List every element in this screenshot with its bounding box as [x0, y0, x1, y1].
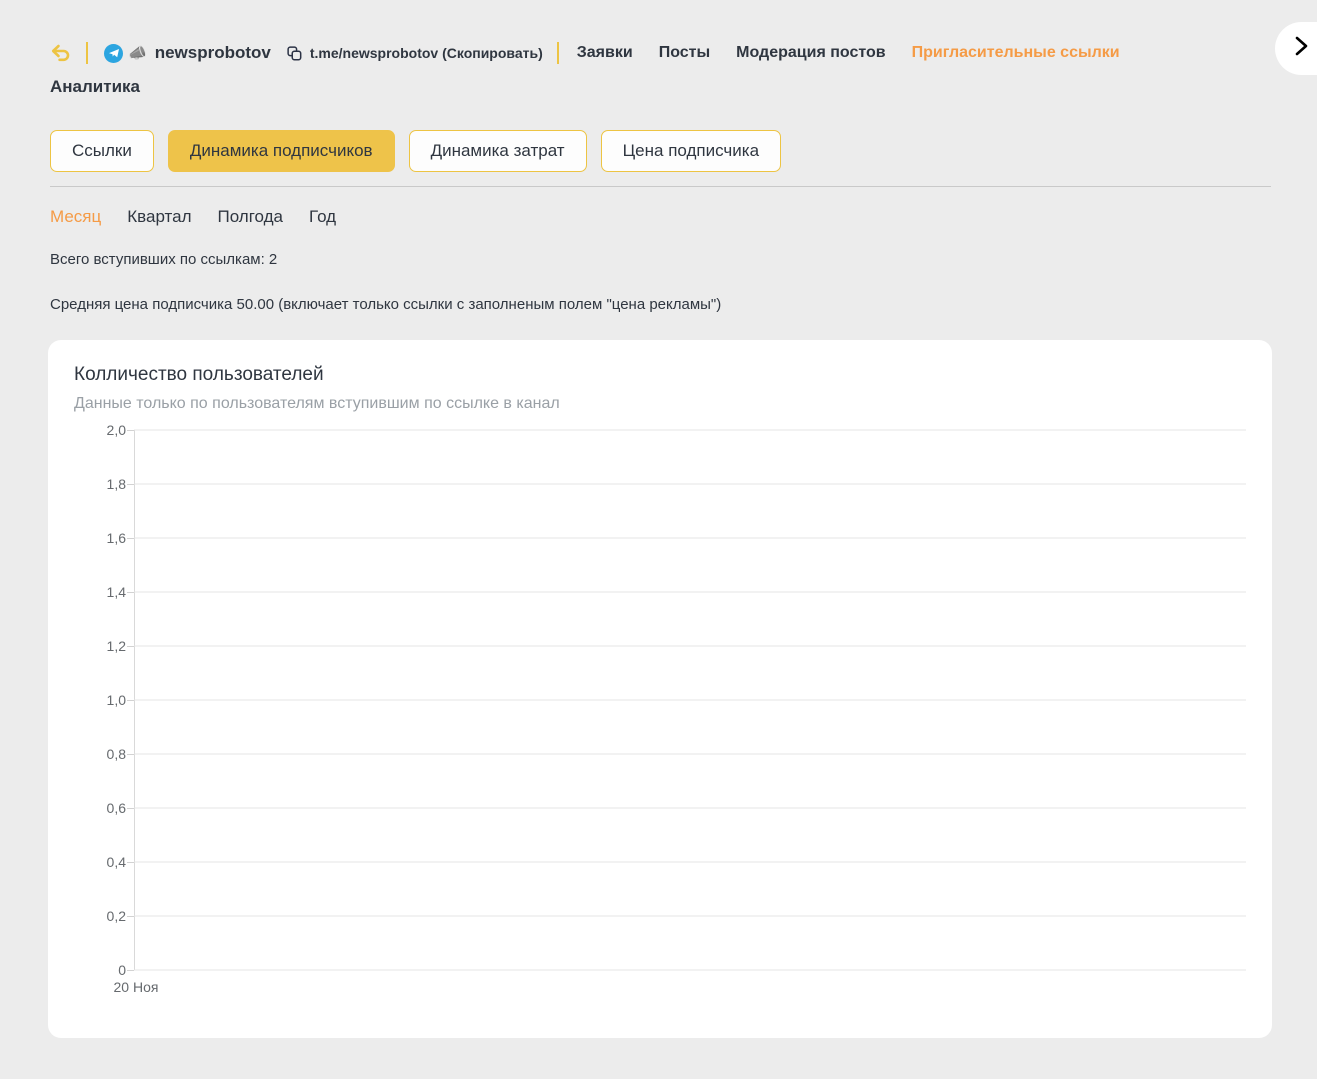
chart-gridline [134, 483, 1246, 485]
top-bar: 📣 newsprobotov t.me/newsprobotov (Скопир… [0, 0, 1317, 97]
chart-gridline [134, 537, 1246, 539]
chart-gridline [134, 429, 1246, 431]
period-god[interactable]: Год [309, 207, 336, 227]
channel-name: newsprobotov [154, 43, 271, 62]
chart-x-axis-label: 20 Ноя [113, 979, 159, 995]
chart-y-tick-mark [127, 484, 134, 485]
chart-y-tick-mark [127, 808, 134, 809]
telegram-icon [104, 43, 123, 63]
chart-y-tick-label: 1,8 [106, 476, 126, 492]
period-polgoda[interactable]: Полгода [218, 207, 284, 227]
chart-grid [127, 429, 1246, 971]
chart-gridline [134, 591, 1246, 593]
tab-cena-podpischika[interactable]: Цена подписчика [600, 130, 782, 172]
chart-y-tick-mark [127, 430, 134, 431]
nav-divider-2 [556, 42, 559, 64]
chart-y-tick-label: 0,2 [106, 908, 126, 924]
chart-y-tick-mark [127, 862, 134, 863]
chart-y-tick-label: 0,6 [106, 800, 126, 816]
chart-gridline [134, 807, 1246, 809]
chart-y-tick-label: 1,0 [106, 692, 126, 708]
period-kvartal[interactable]: Квартал [127, 207, 191, 227]
tab-dinamika-podpischikov[interactable]: Динамика подписчиков [167, 130, 395, 172]
avg-subscriber-price-text: Средняя цена подписчика 50.00 (включает … [50, 296, 722, 313]
chart-y-axis-labels: 0 0,2 0,4 0,6 0,8 1,0 1,2 1,4 1,6 1,8 2,0 [74, 422, 126, 978]
nav-item-posty[interactable]: Посты [659, 44, 710, 62]
chart-y-tick-mark [127, 700, 134, 701]
chart-y-tick-mark [127, 592, 134, 593]
analytics-tab-buttons: Ссылки Динамика подписчиков Динамика зат… [50, 130, 782, 172]
tab-ssylki[interactable]: Ссылки [50, 130, 154, 172]
period-selector: Месяц Квартал Полгода Год [50, 207, 336, 227]
chart-gridline [134, 861, 1246, 863]
tab-dinamika-zatrat[interactable]: Динамика затрат [408, 130, 587, 172]
chart-y-tick-label: 1,4 [106, 584, 126, 600]
nav-divider-1 [86, 42, 88, 64]
nav-item-zayavki[interactable]: Заявки [577, 44, 633, 62]
chart-y-tick-label: 1,2 [106, 638, 126, 654]
total-joined-text: Всего вступивших по ссылкам: 2 [50, 251, 278, 268]
chart-y-tick-label: 1,6 [106, 530, 126, 546]
nav-item-priglasitelnye-ssylki[interactable]: Пригласительные ссылки [912, 44, 1120, 62]
chart-plot-area: 0 0,2 0,4 0,6 0,8 1,0 1,2 1,4 1,6 1,8 2,0 20 Ноя [74, 422, 1246, 995]
chart-y-tick-mark [127, 538, 134, 539]
chart-subtitle: Данные только по пользователям вступивши… [74, 395, 560, 412]
chart-gridline [134, 969, 1246, 971]
megaphone-icon: 📣 [128, 44, 147, 62]
chart-gridline [134, 915, 1246, 917]
chart-y-tick-mark [127, 646, 134, 647]
chevron-right-icon [1293, 34, 1310, 63]
chart-y-tick-mark [127, 754, 134, 755]
section-divider [50, 186, 1271, 187]
chart-gridline [134, 699, 1246, 701]
period-mesyac[interactable]: Месяц [50, 207, 101, 227]
chart-y-tick-mark [127, 916, 134, 917]
chart-card: Колличество пользователей Данные только … [48, 340, 1272, 1038]
chart-y-tick-label: 0 [118, 962, 126, 978]
nav-item-moderaciya-postov[interactable]: Модерация постов [736, 44, 885, 62]
chart-y-tick-label: 0,8 [106, 746, 126, 762]
chart-y-tick-label: 0,4 [106, 854, 126, 870]
chart-y-tick-label: 2,0 [106, 422, 126, 438]
copy-icon[interactable] [287, 45, 302, 61]
chart-title: Колличество пользователей [74, 364, 324, 385]
tme-link[interactable]: t.me/newsprobotov (Скопировать) [310, 45, 543, 61]
page-title: Аналитика [50, 77, 140, 96]
back-arrow-icon[interactable] [50, 43, 72, 63]
chart-gridline [134, 645, 1246, 647]
chart-gridline [134, 753, 1246, 755]
nav-row: 📣 newsprobotov t.me/newsprobotov (Скопир… [0, 38, 1317, 68]
chart-y-tick-mark [127, 970, 134, 971]
